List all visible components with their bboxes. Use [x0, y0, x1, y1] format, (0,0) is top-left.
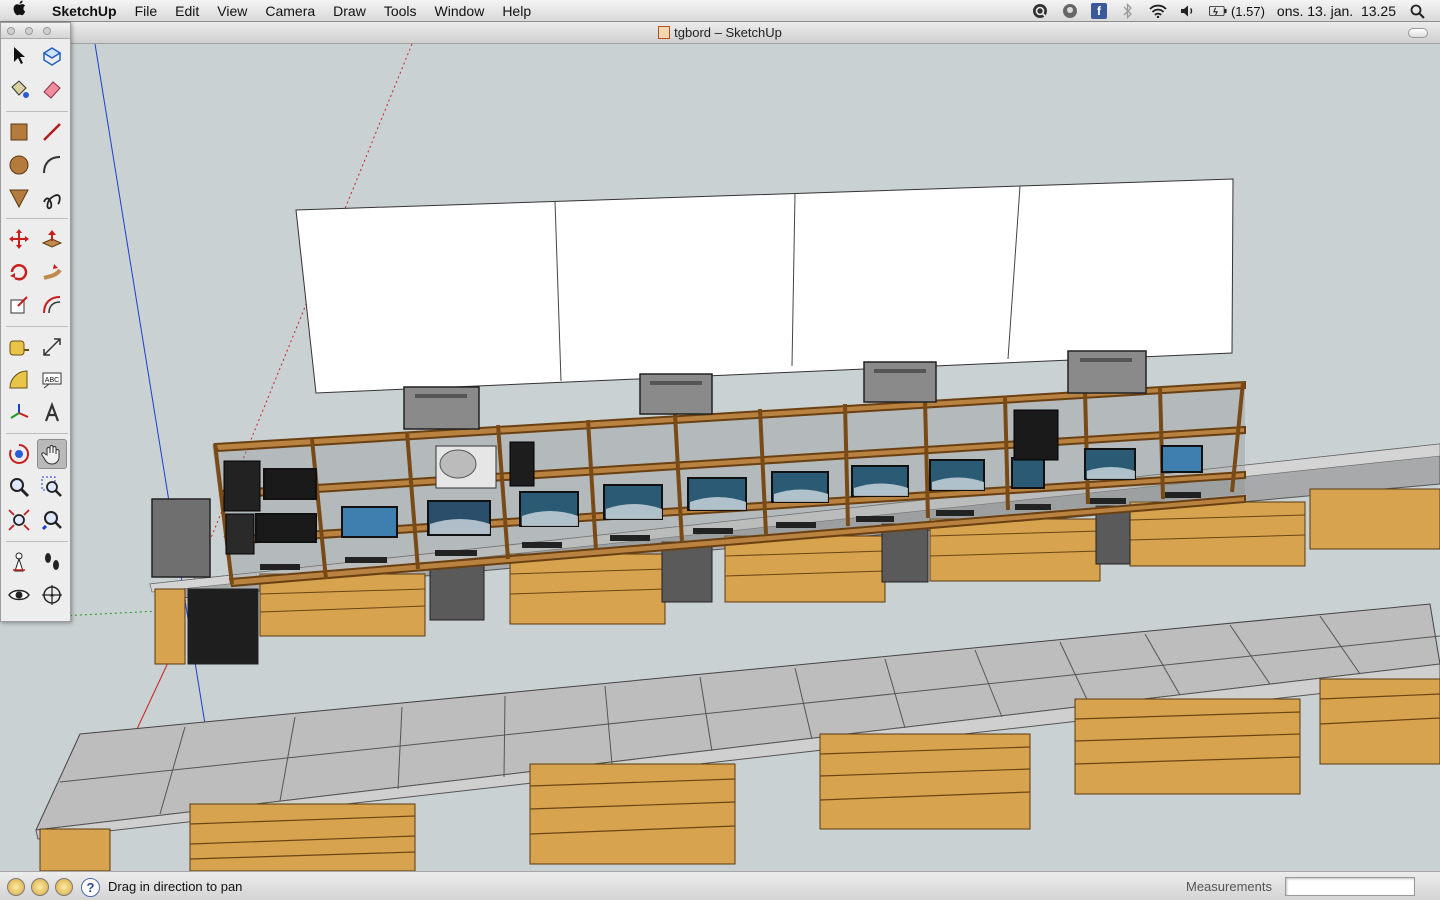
palette-minimize-icon[interactable]	[25, 27, 33, 35]
battery-icon[interactable]	[1208, 3, 1227, 19]
palette-titlebar[interactable]	[1, 23, 70, 39]
freehand-icon[interactable]	[37, 183, 67, 213]
paint-bucket-icon[interactable]	[4, 74, 34, 104]
walk-icon[interactable]	[37, 547, 67, 577]
wifi-icon[interactable]	[1149, 3, 1167, 19]
menu-view[interactable]: View	[208, 0, 256, 22]
model-scene	[0, 44, 1440, 871]
3d-text-icon[interactable]	[37, 398, 67, 428]
previous-view-icon[interactable]	[37, 505, 67, 535]
polygon-icon[interactable]	[4, 183, 34, 213]
menu-draw[interactable]: Draw	[324, 0, 375, 22]
window-title: tgbord – SketchUp	[674, 25, 782, 40]
move-icon[interactable]	[4, 224, 34, 254]
position-camera-icon[interactable]	[4, 547, 34, 577]
menu-help[interactable]: Help	[493, 0, 540, 22]
status-bar: ? Drag in direction to pan Measurements	[0, 871, 1440, 900]
menu-file[interactable]: File	[126, 0, 167, 22]
menu-bar: SketchUp File Edit View Camera Draw Tool…	[0, 0, 1440, 22]
credits-icon[interactable]	[31, 878, 49, 896]
help-icon[interactable]: ?	[81, 878, 100, 897]
menu-tools[interactable]: Tools	[375, 0, 426, 22]
palette-close-icon[interactable]	[7, 27, 15, 35]
zoom-window-icon[interactable]	[37, 472, 67, 502]
circle-icon[interactable]	[4, 150, 34, 180]
tool-group-separator	[6, 541, 68, 542]
menu-extras: f (1.57) ons. 13. jan. 13.25	[1031, 0, 1440, 22]
arc-icon[interactable]	[37, 150, 67, 180]
user-icon[interactable]	[55, 878, 73, 896]
rectangle-icon[interactable]	[4, 117, 34, 147]
facebook-icon[interactable]: f	[1090, 3, 1107, 19]
apple-menu-icon[interactable]	[0, 0, 40, 21]
large-tool-set-palette: ABC A	[0, 22, 71, 622]
skype-icon[interactable]	[1061, 3, 1079, 19]
spotlight-search-icon[interactable]	[1408, 3, 1426, 19]
dimension-icon[interactable]	[37, 332, 67, 362]
tool-group-separator	[6, 433, 68, 434]
palette-zoom-icon[interactable]	[43, 27, 51, 35]
menubar-clock[interactable]: ons. 13. jan. 13.25	[1277, 3, 1396, 19]
scale-icon[interactable]	[4, 290, 34, 320]
tool-group-separator	[6, 326, 68, 327]
svg-text:A: A	[50, 593, 54, 599]
line-icon[interactable]	[37, 117, 67, 147]
axes-icon[interactable]	[4, 398, 34, 428]
model-viewport[interactable]	[0, 44, 1440, 871]
measurements-label: Measurements	[1186, 879, 1272, 894]
orbit-icon[interactable]	[4, 439, 34, 469]
menu-edit[interactable]: Edit	[166, 0, 208, 22]
tape-measure-icon[interactable]	[4, 332, 34, 362]
select-icon[interactable]	[4, 41, 34, 71]
tool-group-separator	[6, 111, 68, 112]
status-message: Drag in direction to pan	[108, 879, 243, 894]
zoom-extents-icon[interactable]	[4, 505, 34, 535]
make-component-icon[interactable]	[37, 41, 67, 71]
menu-sketchup[interactable]: SketchUp	[40, 0, 126, 22]
menu-window[interactable]: Window	[426, 0, 494, 22]
offset-icon[interactable]	[37, 290, 67, 320]
look-around-icon[interactable]	[4, 580, 34, 610]
eraser-icon[interactable]	[37, 74, 67, 104]
document-proxy-icon[interactable]	[658, 26, 671, 39]
bluetooth-icon[interactable]	[1119, 3, 1137, 19]
protractor-icon[interactable]	[4, 365, 34, 395]
battery-time: (1.57)	[1230, 3, 1265, 19]
pan-icon[interactable]	[37, 439, 67, 469]
push-pull-icon[interactable]	[37, 224, 67, 254]
menu-camera[interactable]: Camera	[256, 0, 324, 22]
geo-location-icon[interactable]	[7, 878, 25, 896]
sketchup-screen: SketchUp File Edit View Camera Draw Tool…	[0, 0, 1440, 900]
window-titlebar[interactable]: tgbord – SketchUp	[0, 22, 1440, 44]
toolbar-toggle-button[interactable]	[1408, 28, 1428, 38]
measurements-input[interactable]	[1285, 877, 1415, 896]
volume-icon[interactable]	[1179, 3, 1197, 19]
section-plane-icon[interactable]: A	[37, 580, 67, 610]
rotate-icon[interactable]	[4, 257, 34, 287]
quicksilver-icon[interactable]	[1031, 3, 1049, 19]
follow-me-icon[interactable]	[37, 257, 67, 287]
text-icon[interactable]: ABC	[37, 365, 67, 395]
svg-text:ABC: ABC	[45, 377, 59, 384]
zoom-icon[interactable]	[4, 472, 34, 502]
tool-group-separator	[6, 218, 68, 219]
